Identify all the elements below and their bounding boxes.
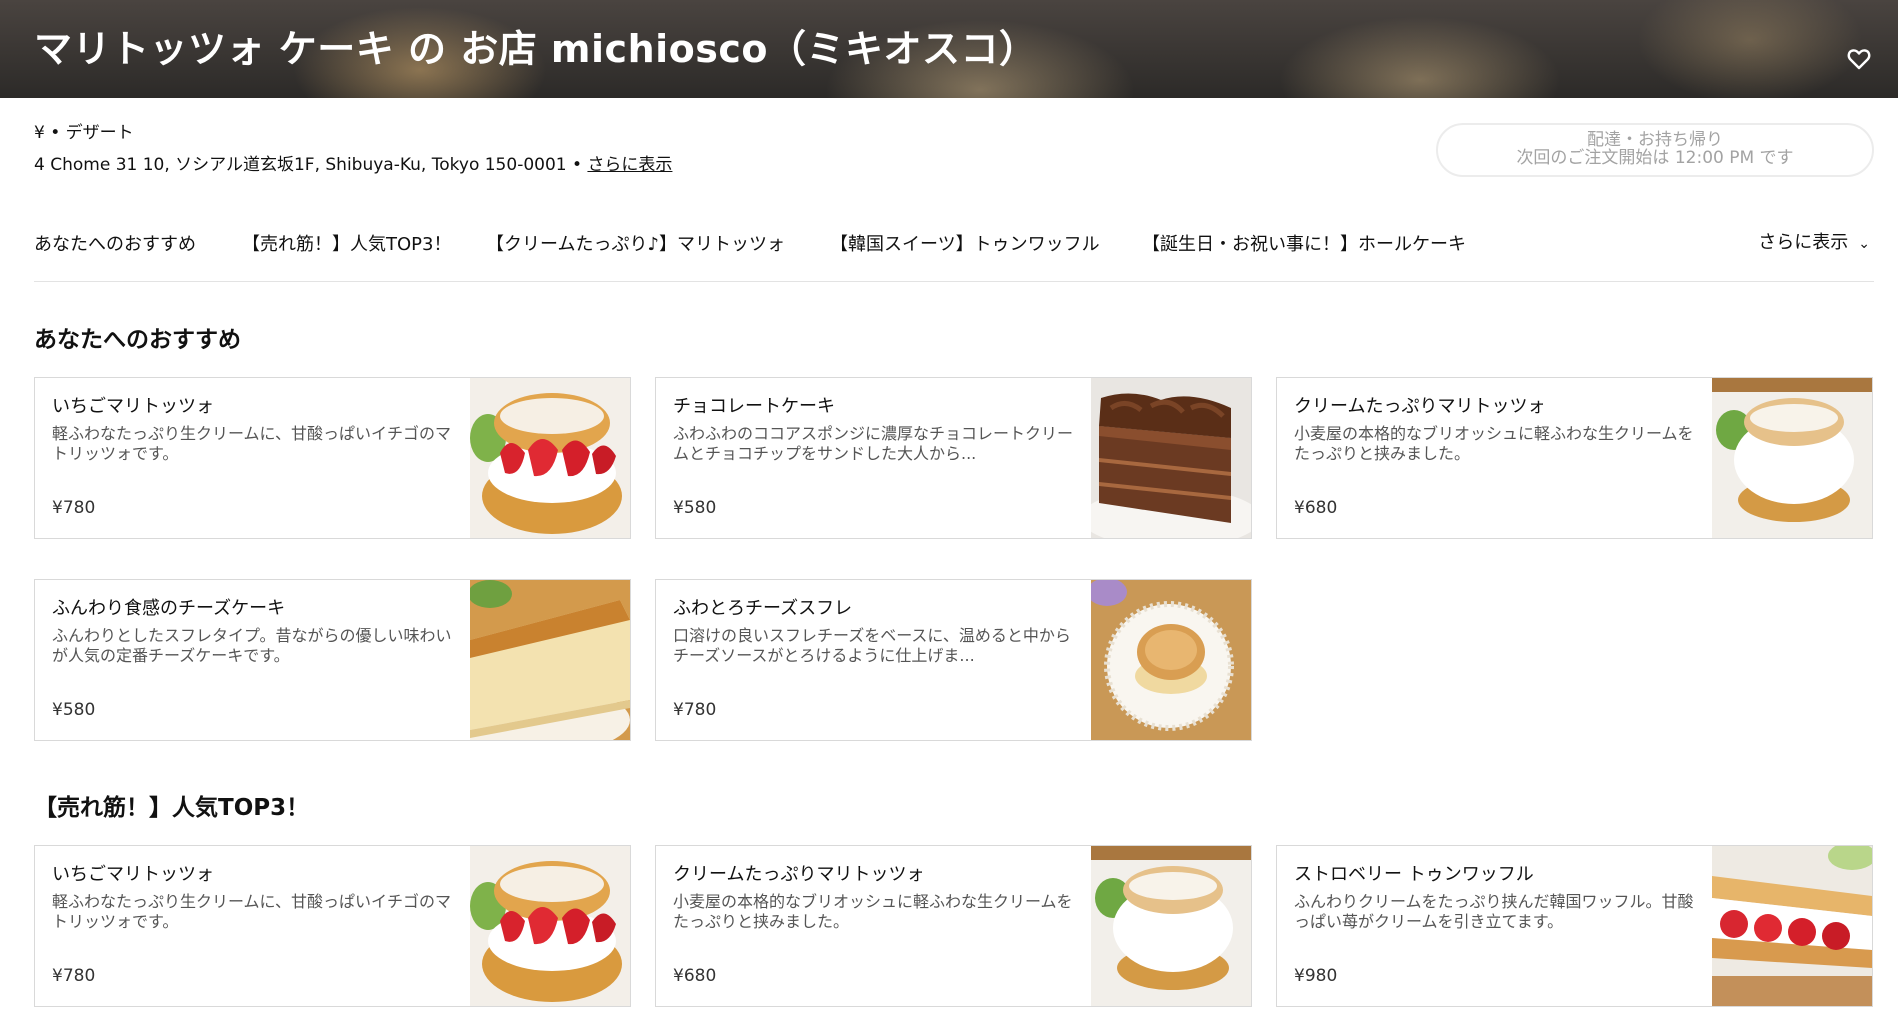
- item-description: 軽ふわなたっぷり生クリームに、甘酸っぱいイチゴのマトリッツォです。: [52, 892, 452, 931]
- cheese-souffle-image: [1091, 580, 1251, 740]
- address-more-link[interactable]: さらに表示: [587, 155, 672, 175]
- item-description: ふんわりクリームをたっぷり挟んだ韓国ワッフル。甘酸っぱい苺がクリームを引き立てま…: [1294, 892, 1694, 931]
- favorite-button[interactable]: [1844, 46, 1874, 76]
- strawberry-maritozzo-image: [470, 846, 630, 1006]
- nav-more-button[interactable]: さらに表示 ⌄: [1758, 228, 1870, 254]
- item-description: 軽ふわなたっぷり生クリームに、甘酸っぱいイチゴのマトリッツォです。: [52, 424, 452, 463]
- next-order-time: 次回のご注文開始は 12:00 PM です: [1516, 148, 1794, 168]
- item-name: いちごマリトッツォ: [52, 864, 214, 885]
- nav-item-whole-cake[interactable]: 【誕生日・お祝い事に！】ホールケーキ: [1142, 230, 1466, 256]
- item-description: 小麦屋の本格的なブリオッシュに軽ふわな生クリームをたっぷりと挟みました。: [1294, 424, 1694, 463]
- strawberry-maritozzo-image: [470, 378, 630, 538]
- category-nav: あなたへのおすすめ 【売れ筋！】人気TOP3！ 【クリームたっぷり♪】マリトッツ…: [34, 224, 1874, 282]
- store-hero-banner: マリトッツォ ケーキ の お店 michiosco（ミキオスコ）: [0, 0, 1898, 98]
- cream-maritozzo-image: [1712, 378, 1872, 538]
- section-title-top3: 【売れ筋！】人気TOP3！: [34, 795, 310, 821]
- item-name: クリームたっぷりマリトッツォ: [673, 864, 925, 885]
- item-name: ふわとろチーズスフレ: [673, 598, 853, 619]
- store-meta: ¥ • デザート: [34, 123, 134, 143]
- chevron-down-icon: ⌄: [1858, 236, 1870, 252]
- menu-item-card[interactable]: クリームたっぷりマリトッツォ 小麦屋の本格的なブリオッシュに軽ふわな生クリームを…: [655, 845, 1252, 1007]
- item-price: ¥980: [1294, 966, 1338, 986]
- item-description: ふんわりとしたスフレタイプ。昔ながらの優しい味わいが人気の定番チーズケーキです。: [52, 626, 452, 665]
- store-address: 4 Chome 31 10, ソシアル道玄坂1F, Shibuya-Ku, To…: [34, 150, 672, 175]
- menu-item-card[interactable]: チョコレートケーキ ふわふわのココアスポンジに濃厚なチョコレートクリームとチョコ…: [655, 377, 1252, 539]
- nav-item-maritozzo[interactable]: 【クリームたっぷり♪】マリトッツォ: [486, 230, 785, 256]
- item-description: 小麦屋の本格的なブリオッシュに軽ふわな生クリームをたっぷりと挟みました。: [673, 892, 1073, 931]
- menu-item-card[interactable]: ふわとろチーズスフレ 口溶けの良いスフレチーズをベースに、温めると中からチーズソ…: [655, 579, 1252, 741]
- item-name: チョコレートケーキ: [673, 396, 835, 417]
- item-price: ¥680: [673, 966, 717, 986]
- item-price: ¥780: [52, 498, 96, 518]
- section-title-recommended: あなたへのおすすめ: [34, 327, 241, 353]
- nav-item-waffle[interactable]: 【韓国スイーツ】トゥンワッフル: [830, 230, 1100, 256]
- item-price: ¥580: [52, 700, 96, 720]
- item-name: いちごマリトッツォ: [52, 396, 214, 417]
- menu-item-card[interactable]: いちごマリトッツォ 軽ふわなたっぷり生クリームに、甘酸っぱいイチゴのマトリッツォ…: [34, 845, 631, 1007]
- delivery-mode-label: 配達・お持ち帰り: [1587, 130, 1723, 150]
- item-description: 口溶けの良いスフレチーズをベースに、温めると中からチーズソースがとろけるように仕…: [673, 626, 1071, 665]
- cream-maritozzo-image: [1091, 846, 1251, 1006]
- menu-item-card[interactable]: ふんわり食感のチーズケーキ ふんわりとしたスフレタイプ。昔ながらの優しい味わいが…: [34, 579, 631, 741]
- delivery-mode-toggle[interactable]: 配達・お持ち帰り 次回のご注文開始は 12:00 PM です: [1436, 123, 1874, 177]
- item-name: ふんわり食感のチーズケーキ: [52, 598, 286, 619]
- heart-icon: [1847, 48, 1871, 74]
- menu-item-card[interactable]: クリームたっぷりマリトッツォ 小麦屋の本格的なブリオッシュに軽ふわな生クリームを…: [1276, 377, 1873, 539]
- store-title: マリトッツォ ケーキ の お店 michiosco（ミキオスコ）: [34, 27, 1038, 71]
- item-description: ふわふわのココアスポンジに濃厚なチョコレートクリームとチョコチップをサンドした大…: [673, 424, 1074, 463]
- address-text: 4 Chome 31 10, ソシアル道玄坂1F, Shibuya-Ku, To…: [34, 155, 588, 175]
- item-price: ¥580: [673, 498, 717, 518]
- item-price: ¥780: [673, 700, 717, 720]
- item-name: ストロベリー トゥンワッフル: [1294, 864, 1534, 885]
- nav-more-label: さらに表示: [1758, 232, 1849, 253]
- cheesecake-image: [470, 580, 630, 740]
- item-price: ¥780: [52, 966, 96, 986]
- item-price: ¥680: [1294, 498, 1338, 518]
- strawberry-waffle-image: [1712, 846, 1872, 1006]
- menu-item-card[interactable]: いちごマリトッツォ 軽ふわなたっぷり生クリームに、甘酸っぱいイチゴのマトリッツォ…: [34, 377, 631, 539]
- nav-item-recommended[interactable]: あなたへのおすすめ: [34, 230, 196, 256]
- item-name: クリームたっぷりマリトッツォ: [1294, 396, 1546, 417]
- nav-item-top3[interactable]: 【売れ筋！】人気TOP3！: [242, 230, 451, 256]
- menu-item-card[interactable]: ストロベリー トゥンワッフル ふんわりクリームをたっぷり挟んだ韓国ワッフル。甘酸…: [1276, 845, 1873, 1007]
- chocolate-cake-image: [1091, 378, 1251, 538]
